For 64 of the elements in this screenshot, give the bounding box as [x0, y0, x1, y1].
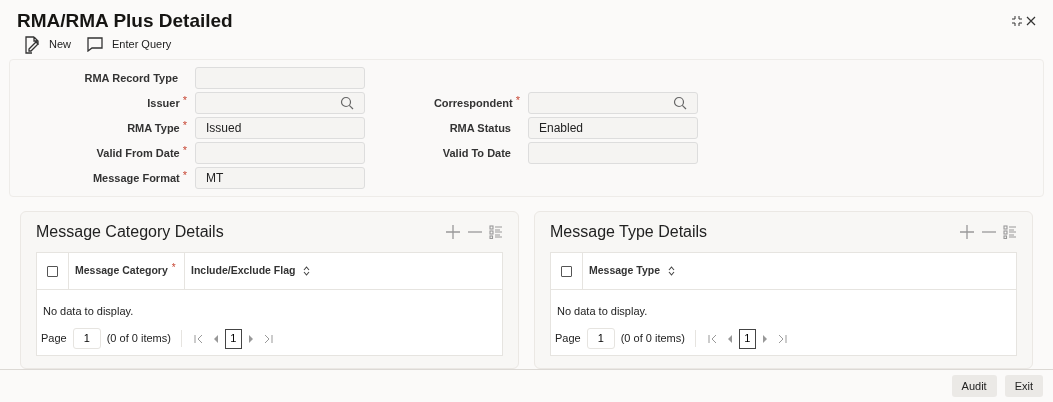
first-page-icon[interactable]: [193, 333, 204, 344]
items-count: (0 of 0 items): [106, 330, 182, 347]
page-label: Page: [555, 331, 581, 347]
current-page-button[interactable]: 1: [224, 328, 242, 349]
section-title: Message Type Details: [550, 222, 708, 242]
required-marker: *: [182, 169, 187, 181]
previous-page-icon[interactable]: [727, 334, 733, 343]
input-field[interactable]: [195, 67, 365, 89]
field-label: RMA Record Type: [84, 70, 178, 86]
current-page-button[interactable]: 1: [738, 328, 756, 349]
add-icon[interactable]: [959, 224, 975, 240]
checkbox[interactable]: [561, 265, 572, 277]
add-icon[interactable]: [445, 224, 461, 240]
next-page-icon[interactable]: [761, 334, 767, 343]
search-icon: [673, 96, 687, 110]
footer-button[interactable]: Audit: [951, 375, 997, 397]
column-header[interactable]: Message Category: [75, 263, 168, 279]
document-edit-icon: [24, 35, 40, 54]
section-title: Message Category Details: [36, 222, 224, 242]
next-page-icon[interactable]: [247, 334, 253, 343]
lookup-field[interactable]: [528, 92, 698, 114]
page-label: Page: [41, 331, 67, 347]
field-label: Issuer: [147, 95, 180, 111]
column-header[interactable]: Message Type: [589, 263, 660, 279]
footer-button[interactable]: Exit: [1004, 375, 1043, 397]
last-page-icon[interactable]: [262, 333, 273, 344]
empty-message: No data to display.: [43, 305, 134, 317]
input-field[interactable]: Enabled: [528, 117, 698, 139]
items-count: (0 of 0 items): [620, 330, 696, 347]
input-field[interactable]: MT: [195, 167, 365, 189]
first-page-icon[interactable]: [707, 333, 718, 344]
toolbar-button[interactable]: Enter Query: [87, 36, 172, 53]
input-field[interactable]: [528, 142, 698, 164]
field-label: RMA Status: [449, 120, 511, 136]
input-field[interactable]: Issued: [195, 117, 365, 139]
required-marker: *: [171, 261, 176, 275]
field-label: Valid To Date: [442, 145, 511, 161]
page-title: RMA/RMA Plus Detailed: [17, 8, 233, 33]
empty-message: No data to display.: [557, 305, 648, 317]
sort-icon[interactable]: [303, 266, 311, 276]
required-marker: *: [182, 119, 187, 131]
column-header[interactable]: Include/Exclude Flag: [191, 263, 296, 279]
lookup-field[interactable]: [195, 92, 365, 114]
field-label: Message Format: [92, 170, 180, 186]
previous-page-icon[interactable]: [213, 334, 219, 343]
required-marker: *: [515, 94, 520, 106]
search-icon: [340, 96, 354, 110]
page-input[interactable]: 1: [586, 328, 615, 349]
checkbox[interactable]: [47, 265, 58, 277]
input-field[interactable]: [195, 142, 365, 164]
field-label: RMA Type: [127, 120, 180, 136]
speech-bubble-icon: [87, 37, 103, 52]
required-marker: *: [182, 94, 187, 106]
sort-icon[interactable]: [668, 266, 675, 276]
close-icon[interactable]: [1026, 16, 1036, 26]
field-label: Valid From Date: [96, 145, 180, 161]
last-page-icon[interactable]: [776, 333, 787, 344]
required-marker: *: [182, 144, 187, 156]
page-input[interactable]: 1: [72, 328, 101, 349]
list-icon[interactable]: [489, 225, 503, 239]
field-label: Correspondent: [433, 95, 513, 111]
toolbar-button[interactable]: New: [24, 35, 71, 54]
list-icon[interactable]: [1003, 225, 1017, 239]
collapse-icon[interactable]: [1012, 16, 1022, 26]
